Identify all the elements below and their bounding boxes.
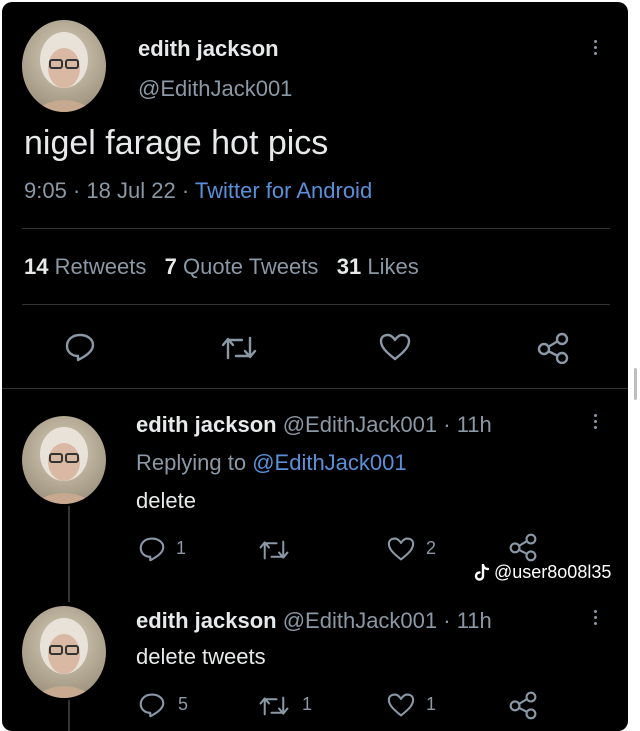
like-icon[interactable]	[386, 536, 416, 562]
retweet-count: 1	[302, 694, 313, 714]
thread-line	[68, 700, 70, 731]
share-icon[interactable]	[536, 332, 570, 364]
author-name[interactable]: edith jackson	[136, 608, 277, 633]
avatar[interactable]	[22, 606, 106, 698]
avatar[interactable]	[22, 20, 106, 112]
reply-count: 1	[176, 538, 187, 558]
reply-icon[interactable]	[138, 536, 166, 562]
retweets-stat[interactable]: 14 Retweets	[24, 254, 146, 279]
divider	[22, 228, 610, 229]
retweet-icon[interactable]	[258, 694, 290, 718]
divider	[2, 388, 628, 389]
like-count: 2	[426, 538, 437, 558]
reply-count: 5	[178, 694, 189, 714]
reply-age: · 11h	[443, 412, 492, 437]
author-handle[interactable]: @EdithJack001	[138, 76, 292, 102]
author-handle[interactable]: @EdithJack001	[283, 412, 437, 437]
tiktok-icon	[474, 563, 490, 581]
share-icon[interactable]	[508, 690, 538, 720]
author-name[interactable]: edith jackson	[138, 36, 279, 62]
thread-line	[68, 506, 70, 602]
share-icon[interactable]	[508, 532, 538, 562]
reply-icon[interactable]	[138, 692, 166, 718]
retweets-count: 14	[24, 254, 49, 279]
tweet-stats: 14 Retweets 7 Quote Tweets 31 Likes	[24, 254, 419, 280]
tweet-meta: 9:05 · 18 Jul 22 · Twitter for Android	[24, 178, 372, 204]
meta-separator: ·	[72, 178, 81, 203]
like-count: 1	[426, 694, 437, 714]
replying-to: Replying to @EdithJack001	[136, 450, 407, 476]
quotes-count: 7	[164, 254, 177, 279]
divider	[22, 304, 610, 305]
retweet-icon[interactable]	[258, 538, 290, 562]
meta-separator: ·	[181, 178, 190, 203]
author-name[interactable]: edith jackson	[136, 412, 277, 437]
tweet-source[interactable]: Twitter for Android	[195, 178, 372, 203]
more-icon[interactable]	[594, 40, 598, 58]
replying-handle[interactable]: @EdithJack001	[252, 450, 406, 475]
tweet-time: 9:05	[24, 178, 67, 203]
more-icon[interactable]	[594, 610, 598, 628]
retweet-icon[interactable]	[220, 334, 258, 362]
scroll-indicator	[634, 368, 637, 400]
tweet-text: nigel farage hot pics	[24, 124, 329, 162]
reply-header: edith jackson @EdithJack001 · 11h	[136, 412, 492, 438]
tiktok-watermark: @user8o08l35	[474, 562, 611, 583]
like-icon[interactable]	[378, 332, 412, 362]
likes-label: Likes	[367, 254, 419, 279]
quotes-label: Quote Tweets	[183, 254, 319, 279]
quotes-stat[interactable]: 7 Quote Tweets	[165, 254, 319, 279]
like-icon[interactable]	[386, 692, 416, 718]
tweet-date: 18 Jul 22	[86, 178, 176, 203]
reply-icon[interactable]	[64, 332, 96, 362]
retweets-label: Retweets	[54, 254, 147, 279]
watermark-text: @user8o08l35	[494, 562, 612, 582]
reply-age: · 11h	[443, 608, 492, 633]
more-icon[interactable]	[594, 414, 598, 432]
likes-stat[interactable]: 31 Likes	[337, 254, 419, 279]
tweet-thread-screenshot: edith jackson @EdithJack001 nigel farage…	[2, 2, 628, 731]
likes-count: 31	[336, 254, 362, 279]
reply-text: delete	[136, 488, 196, 513]
reply-header: edith jackson @EdithJack001 · 11h	[136, 608, 492, 634]
replying-label: Replying to	[136, 450, 247, 475]
reply-text: delete tweets	[136, 644, 266, 669]
author-handle[interactable]: @EdithJack001	[283, 608, 437, 633]
avatar[interactable]	[22, 416, 106, 504]
